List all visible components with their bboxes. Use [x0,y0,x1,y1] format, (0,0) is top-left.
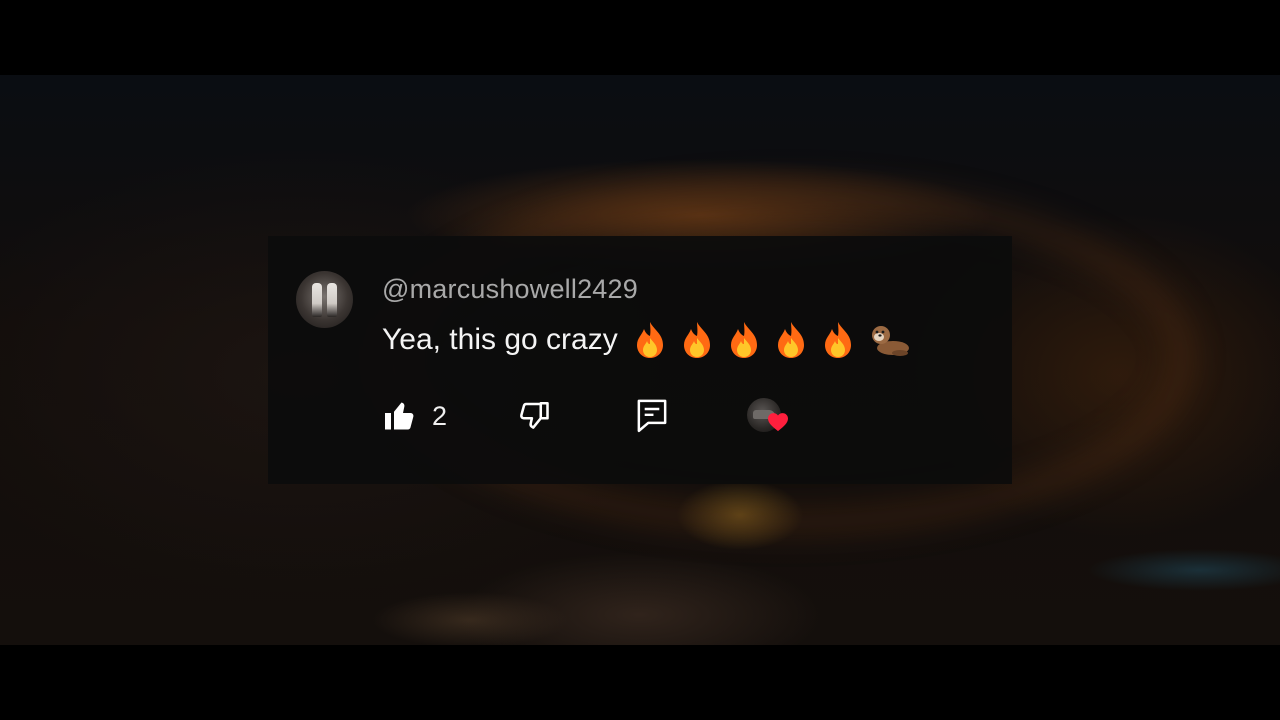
otter-emoji-icon [871,326,909,356]
thumbs-up-icon [385,402,414,430]
dislike-button[interactable] [516,398,552,439]
comment-text: Yea, this go crazy [382,323,618,356]
comment-card: @marcushowell2429 Yea, this go crazy 2 [268,236,1012,484]
like-count: 2 [432,400,448,431]
comment-body: Yea, this go crazy [382,320,911,360]
creator-heart-badge [747,398,797,442]
user-avatar[interactable] [296,271,353,328]
fire-emoji-icon [824,322,851,358]
emoji-row [632,320,911,360]
fire-emoji-icon [683,322,710,358]
fire-emoji-icon [636,322,663,358]
video-frame: @marcushowell2429 Yea, this go crazy 2 [0,0,1280,720]
avatar-figure [312,283,322,317]
reply-button[interactable] [635,398,669,441]
comment-username[interactable]: @marcushowell2429 [382,274,638,305]
fire-emoji-icon [777,322,804,358]
like-button[interactable]: 2 [382,398,447,434]
reply-comment-icon [637,399,667,433]
avatar-figure [327,283,337,317]
fire-emoji-icon [730,322,757,358]
thumbs-down-icon [520,401,549,429]
heart-icon [768,413,788,432]
